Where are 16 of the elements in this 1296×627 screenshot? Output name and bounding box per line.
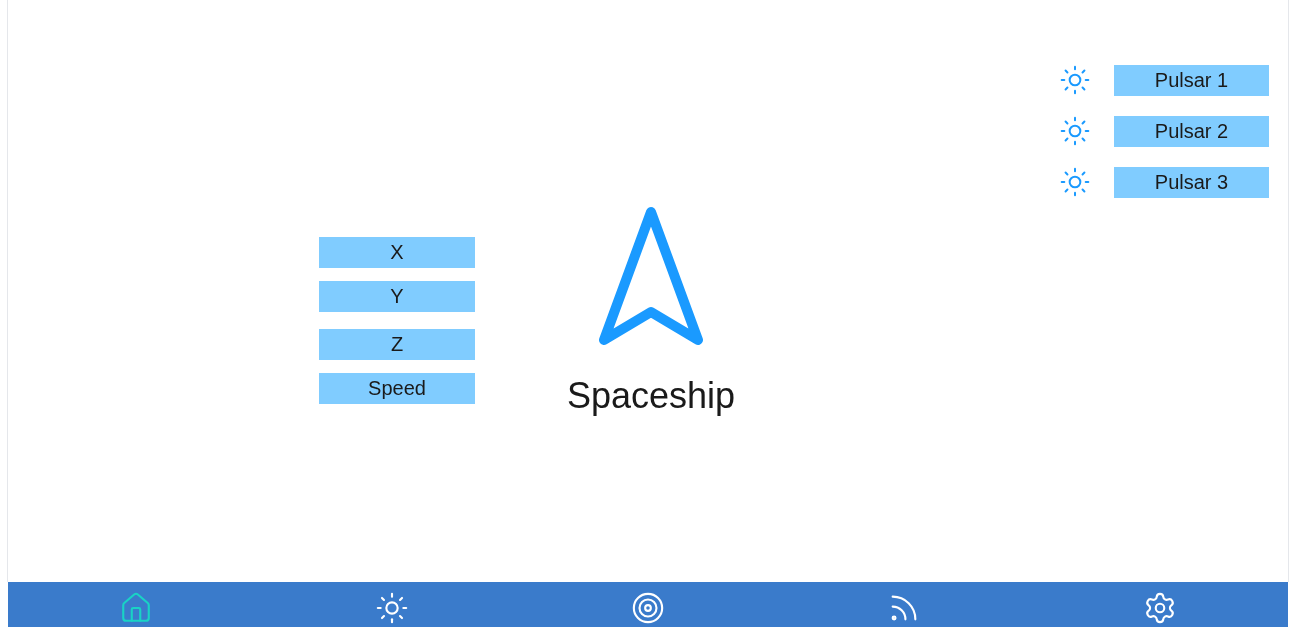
ship-title: Spaceship	[566, 376, 736, 416]
settings-icon	[1143, 591, 1177, 625]
pulsar-label: Pulsar 3	[1114, 166, 1269, 198]
home-icon	[119, 591, 153, 625]
sun-icon	[1059, 64, 1091, 96]
value-field: Y	[319, 281, 475, 312]
value-field: Speed	[319, 373, 475, 404]
sun-icon	[375, 591, 409, 625]
pulsar-label: Pulsar 2	[1114, 115, 1269, 147]
pulsar-label: Pulsar 1	[1114, 64, 1269, 96]
value-field: Z	[319, 329, 475, 360]
sun-icon	[1059, 115, 1091, 147]
navigation-arrow-icon	[596, 206, 706, 348]
target-icon	[631, 591, 665, 625]
sun-icon	[1059, 166, 1091, 198]
value-field: X	[319, 237, 475, 268]
